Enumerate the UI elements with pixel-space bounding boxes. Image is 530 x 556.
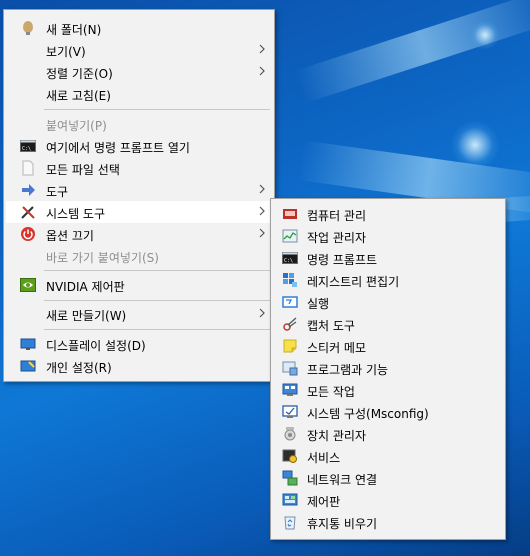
- submenu-item-empty-recycle-bin[interactable]: 휴지통 비우기: [273, 511, 503, 533]
- sticky-note-icon: [283, 339, 297, 353]
- submenu-item-label: 모든 작업: [307, 385, 355, 399]
- menu-item-view[interactable]: 보기(V): [6, 39, 272, 61]
- device-manager-icon: [284, 427, 296, 441]
- submenu-item-label: 스티커 메모: [307, 341, 367, 355]
- recycle-bin-icon: [284, 516, 296, 530]
- menu-item-label: 디스플레이 설정(D): [46, 339, 146, 353]
- submenu-item-run[interactable]: 실행: [273, 291, 503, 313]
- menu-item-label: 바로 가기 붙여넣기(S): [46, 251, 159, 265]
- chevron-right-icon: [259, 66, 265, 76]
- submenu-item-network-connections[interactable]: 네트워크 연결: [273, 467, 503, 489]
- menu-separator: [44, 270, 270, 271]
- tools-arrow-icon: [22, 184, 35, 196]
- nvidia-icon: [20, 278, 36, 292]
- submenu-item-programs-features[interactable]: 프로그램과 기능: [273, 357, 503, 379]
- command-prompt-icon: C:\: [282, 252, 298, 264]
- menu-item-label: 도구: [46, 185, 69, 199]
- menu-item-refresh[interactable]: 새로 고침(E): [6, 83, 272, 105]
- registry-editor-icon: [283, 273, 297, 287]
- menu-item-paste-shortcut[interactable]: 바로 가기 붙여넣기(S): [6, 245, 272, 267]
- submenu-item-label: 장치 관리자: [307, 429, 367, 443]
- submenu-item-label: 명령 프롬프트: [307, 253, 378, 267]
- personalize-icon: [20, 360, 36, 372]
- submenu-item-command-prompt[interactable]: C:\ 명령 프롬프트: [273, 247, 503, 269]
- submenu-item-services[interactable]: 서비스: [273, 445, 503, 467]
- submenu-item-label: 제어판: [307, 495, 341, 509]
- menu-item-label: 옵션 끄기: [46, 229, 94, 243]
- control-panel-icon: [282, 493, 298, 506]
- submenu-item-label: 네트워크 연결: [307, 473, 378, 487]
- menu-separator: [44, 300, 270, 301]
- menu-item-display-settings[interactable]: 디스플레이 설정(D): [6, 333, 272, 355]
- task-manager-icon: [282, 229, 298, 243]
- menu-item-new-folder[interactable]: 새 폴더(N): [6, 17, 272, 39]
- menu-item-label: 새로 고침(E): [46, 89, 111, 103]
- menu-item-new[interactable]: 새로 만들기(W): [6, 303, 272, 325]
- submenu-item-all-tasks[interactable]: 모든 작업: [273, 379, 503, 401]
- menu-item-label: 붙여넣기(P): [46, 119, 107, 133]
- submenu-item-task-manager[interactable]: 작업 관리자: [273, 225, 503, 247]
- submenu-item-label: 캡처 도구: [307, 319, 355, 333]
- file-icon: [22, 160, 34, 176]
- desktop-context-menu: 새 폴더(N) 보기(V) 정렬 기준(O) 새로 고침(E) 붙여넣기(P) …: [3, 9, 275, 382]
- system-tools-submenu: 컴퓨터 관리 작업 관리자 C:\ 명령 프롬프트 레지스트리 편집기 실행 캡…: [270, 198, 506, 540]
- submenu-item-computer-management[interactable]: 컴퓨터 관리: [273, 203, 503, 225]
- svg-text:C:\: C:\: [284, 258, 293, 264]
- snipping-tool-icon: [283, 317, 297, 331]
- programs-features-icon: [282, 361, 298, 376]
- submenu-item-label: 컴퓨터 관리: [307, 209, 367, 223]
- menu-item-label: 시스템 도구: [46, 207, 106, 221]
- menu-item-paste[interactable]: 붙여넣기(P): [6, 113, 272, 135]
- submenu-item-label: 서비스: [307, 451, 341, 465]
- folder-bulb-icon: [23, 21, 33, 35]
- menu-item-open-command-prompt[interactable]: C:\ 여기에서 명령 프롬프트 열기: [6, 135, 272, 157]
- display-icon: [20, 338, 36, 350]
- menu-item-label: 새로 만들기(W): [46, 309, 127, 323]
- menu-item-label: NVIDIA 제어판: [46, 280, 125, 294]
- msconfig-icon: [282, 405, 298, 418]
- svg-text:C:\: C:\: [22, 146, 31, 152]
- menu-item-system-tools[interactable]: 시스템 도구: [6, 201, 272, 223]
- menu-item-label: 모든 파일 선택: [46, 163, 120, 177]
- submenu-item-snipping-tool[interactable]: 캡처 도구: [273, 313, 503, 335]
- wrench-screwdriver-icon: [21, 206, 35, 219]
- submenu-item-label: 실행: [307, 297, 330, 311]
- computer-management-icon: [283, 209, 297, 219]
- menu-item-label: 보기(V): [46, 45, 86, 59]
- menu-separator: [44, 329, 270, 330]
- menu-item-label: 정렬 기준(O): [46, 67, 113, 81]
- run-icon: [282, 296, 298, 308]
- submenu-item-label: 작업 관리자: [307, 231, 367, 245]
- network-connections-icon: [282, 470, 298, 486]
- menu-item-sort-by[interactable]: 정렬 기준(O): [6, 61, 272, 83]
- chevron-right-icon: [259, 44, 265, 54]
- power-icon: [21, 227, 35, 241]
- menu-separator: [44, 109, 270, 110]
- all-tasks-icon: [282, 383, 298, 396]
- menu-item-nvidia-control-panel[interactable]: NVIDIA 제어판: [6, 274, 272, 296]
- submenu-item-msconfig[interactable]: 시스템 구성(Msconfig): [273, 401, 503, 423]
- menu-item-label: 새 폴더(N): [46, 23, 102, 37]
- submenu-item-label: 휴지통 비우기: [307, 517, 378, 531]
- chevron-right-icon: [259, 228, 265, 238]
- menu-item-tools[interactable]: 도구: [6, 179, 272, 201]
- chevron-right-icon: [259, 206, 265, 216]
- submenu-item-registry-editor[interactable]: 레지스트리 편집기: [273, 269, 503, 291]
- submenu-item-label: 레지스트리 편집기: [307, 275, 400, 289]
- submenu-item-label: 시스템 구성(Msconfig): [307, 407, 429, 421]
- services-icon: [282, 449, 297, 463]
- submenu-item-label: 프로그램과 기능: [307, 363, 389, 377]
- menu-item-label: 개인 설정(R): [46, 361, 112, 375]
- command-prompt-icon: C:\: [20, 140, 36, 152]
- submenu-item-device-manager[interactable]: 장치 관리자: [273, 423, 503, 445]
- chevron-right-icon: [259, 308, 265, 318]
- submenu-item-control-panel[interactable]: 제어판: [273, 489, 503, 511]
- chevron-right-icon: [259, 184, 265, 194]
- menu-item-personalize[interactable]: 개인 설정(R): [6, 355, 272, 377]
- menu-item-power-options[interactable]: 옵션 끄기: [6, 223, 272, 245]
- menu-item-select-all-files[interactable]: 모든 파일 선택: [6, 157, 272, 179]
- submenu-item-sticky-notes[interactable]: 스티커 메모: [273, 335, 503, 357]
- menu-item-label: 여기에서 명령 프롬프트 열기: [46, 141, 190, 155]
